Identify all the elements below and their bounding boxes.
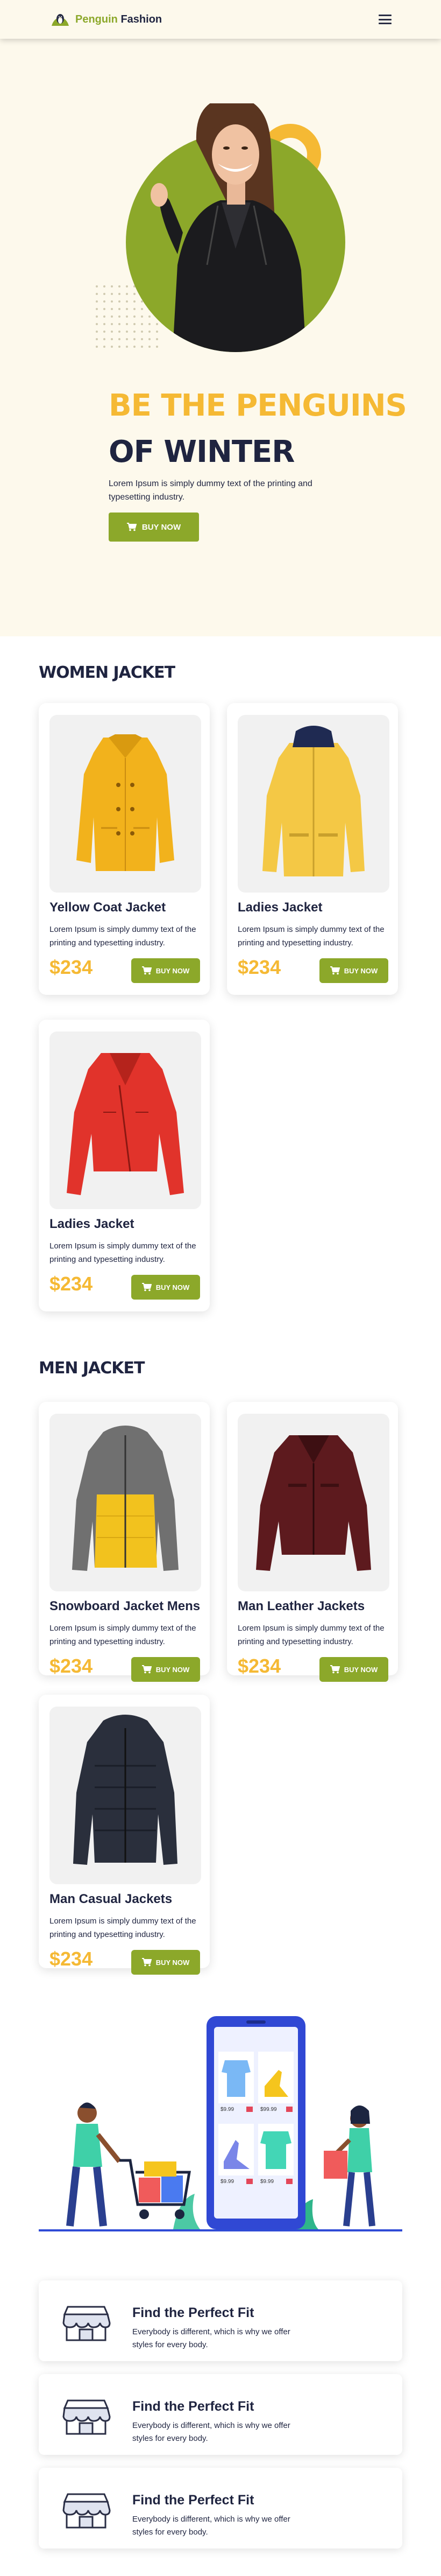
storefront-icon (62, 2399, 111, 2435)
product-price: $234 (49, 1273, 93, 1295)
cart-icon (330, 966, 340, 975)
maroon-leather-jacket-image (256, 1435, 371, 1571)
hero-title-line2: OF WINTER (109, 434, 295, 469)
hero-model-image (96, 103, 345, 352)
buy-now-button[interactable]: BUY NOW (319, 1657, 388, 1682)
price-tag: $9.99 (220, 2179, 234, 2185)
snowboard-jacket-image (72, 1426, 179, 1571)
feature-description: Everybody is different, which is why we … (132, 2327, 290, 2349)
site-header: Penguin Fashion (0, 0, 441, 39)
hero-section: BE THE PENGUINS OF WINTER Lorem Ipsum is… (0, 39, 441, 636)
storefront-icon (62, 2493, 111, 2529)
online-shopping-illustration: $9.99 $99.99 $9.99 $9.99 (39, 2016, 402, 2231)
product-price: $234 (238, 1655, 281, 1677)
product-description: Lorem Ipsum is simply dummy text of the … (49, 925, 196, 947)
cart-icon (141, 1283, 152, 1291)
feature-card: Find the Perfect Fit Everybody is differ… (39, 2374, 402, 2455)
product-image (238, 715, 389, 893)
feature-title: Find the Perfect Fit (132, 2305, 254, 2320)
men-section-title: MEN JACKET (39, 1359, 145, 1378)
cart-icon (141, 1665, 152, 1674)
brand-name: Penguin Fashion (75, 13, 162, 25)
cart-icon (141, 966, 152, 975)
hero-title-line1: BE THE PENGUINS (109, 388, 407, 423)
product-title[interactable]: Yellow Coat Jacket (49, 900, 166, 915)
buy-now-button[interactable]: BUY NOW (131, 1275, 200, 1300)
penguin-logo-icon (52, 14, 69, 26)
price-tag: $9.99 (260, 2179, 274, 2185)
logo[interactable]: Penguin Fashion (49, 11, 162, 28)
product-description: Lorem Ipsum is simply dummy text of the … (49, 1241, 196, 1264)
product-card[interactable]: Snowboard Jacket Mens Lorem Ipsum is sim… (39, 1402, 210, 1682)
product-card[interactable]: Yellow Coat Jacket Lorem Ipsum is simply… (39, 703, 210, 995)
product-price: $234 (49, 956, 93, 978)
cart-icon (330, 1665, 340, 1674)
feature-title: Find the Perfect Fit (132, 2493, 254, 2508)
price-tag: $99.99 (260, 2107, 277, 2112)
buy-now-button[interactable]: BUY NOW (131, 1950, 200, 1975)
casual-puffer-jacket-image (73, 1715, 177, 1865)
storefront-icon (62, 2306, 111, 2341)
red-leather-jacket-image (67, 1053, 184, 1195)
feature-card: Find the Perfect Fit Everybody is differ… (39, 2280, 402, 2361)
product-description: Lorem Ipsum is simply dummy text of the … (238, 925, 385, 947)
price-tag: $9.99 (220, 2107, 234, 2112)
product-image (49, 1031, 201, 1209)
ladies-yellow-jacket-image (262, 726, 365, 876)
product-card[interactable]: Ladies Jacket Lorem Ipsum is simply dumm… (227, 703, 398, 995)
feature-description: Everybody is different, which is why we … (132, 2421, 290, 2443)
women-section-title: WOMEN JACKET (39, 663, 175, 682)
buy-now-button[interactable]: BUY NOW (131, 1657, 200, 1682)
product-image (49, 715, 201, 893)
yellow-coat-image (76, 734, 174, 871)
product-title[interactable]: Snowboard Jacket Mens (49, 1599, 200, 1614)
product-image (49, 1414, 201, 1591)
feature-card: Find the Perfect Fit Everybody is differ… (39, 2468, 402, 2549)
buy-now-button[interactable]: BUY NOW (131, 958, 200, 983)
product-title[interactable]: Man Casual Jackets (49, 1892, 172, 1907)
cart-icon (126, 523, 137, 531)
product-title[interactable]: Ladies Jacket (49, 1217, 134, 1232)
product-title[interactable]: Man Leather Jackets (238, 1599, 365, 1614)
product-card[interactable]: Ladies Jacket Lorem Ipsum is simply dumm… (39, 1020, 210, 1311)
product-description: Lorem Ipsum is simply dummy text of the … (238, 1624, 385, 1646)
product-card[interactable]: Man Casual Jackets Lorem Ipsum is simply… (39, 1695, 210, 1975)
buy-now-button[interactable]: BUY NOW (319, 958, 388, 983)
product-image (238, 1414, 389, 1591)
product-card[interactable]: Man Leather Jackets Lorem Ipsum is simpl… (227, 1402, 398, 1682)
hamburger-menu-icon[interactable] (379, 15, 392, 24)
hero-buy-now-button[interactable]: BUY NOW (109, 513, 199, 542)
feature-title: Find the Perfect Fit (132, 2399, 254, 2414)
hero-description: Lorem Ipsum is simply dummy text of the … (109, 479, 312, 502)
cart-icon (141, 1958, 152, 1967)
product-description: Lorem Ipsum is simply dummy text of the … (49, 1624, 196, 1646)
feature-description: Everybody is different, which is why we … (132, 2515, 290, 2537)
product-title[interactable]: Ladies Jacket (238, 900, 322, 915)
product-price: $234 (49, 1655, 93, 1677)
product-image (49, 1707, 201, 1884)
product-price: $234 (238, 956, 281, 978)
product-description: Lorem Ipsum is simply dummy text of the … (49, 1917, 196, 1939)
product-price: $234 (49, 1948, 93, 1970)
